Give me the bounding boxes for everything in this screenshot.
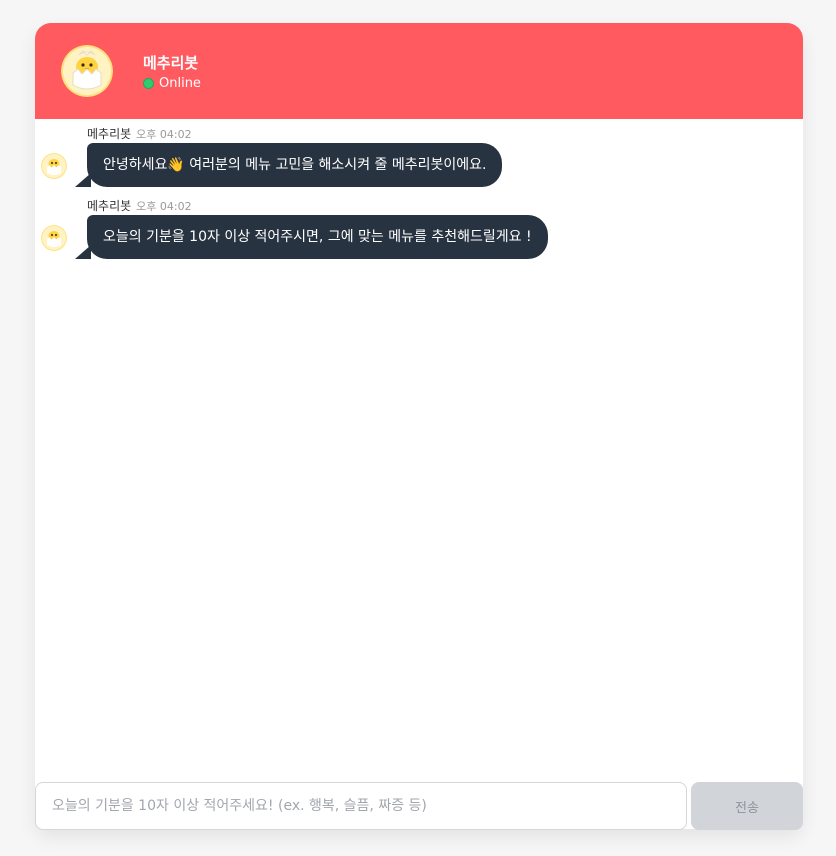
- message-sender: 메추리봇: [87, 199, 132, 213]
- composer: 전송: [35, 782, 803, 830]
- message-meta: 메추리봇 오후 04:02: [87, 125, 192, 142]
- hatching-chick-icon: [41, 153, 67, 179]
- message-sender: 메추리봇: [87, 127, 132, 141]
- message-bubble: 오늘의 기분을 10자 이상 적어주시면, 그에 맞는 메뉴를 추천해드릴게요 …: [87, 215, 548, 259]
- status-text: Online: [159, 76, 201, 91]
- chat-window: 메추리봇 Online 메추리봇 오후 04:02 안녕하세요👋 여러분의 메뉴…: [35, 23, 803, 830]
- message-meta: 메추리봇 오후 04:02: [87, 197, 192, 214]
- bot-name: 메추리봇: [143, 54, 199, 72]
- message-time: 오후 04:02: [136, 128, 192, 141]
- message-avatar: [41, 153, 67, 179]
- online-dot-icon: [143, 78, 154, 89]
- chat-header: 메추리봇 Online: [35, 23, 803, 119]
- message-time: 오후 04:02: [136, 200, 192, 213]
- message-bubble: 안녕하세요👋 여러분의 메뉴 고민을 해소시켜 줄 메추리봇이에요.: [87, 143, 503, 187]
- send-button[interactable]: 전송: [691, 782, 803, 830]
- bot-avatar: [61, 45, 113, 97]
- mood-input[interactable]: [35, 782, 687, 830]
- status: Online: [143, 76, 201, 91]
- message-avatar: [41, 225, 67, 251]
- hatching-chick-icon: [61, 45, 113, 97]
- hatching-chick-icon: [41, 225, 67, 251]
